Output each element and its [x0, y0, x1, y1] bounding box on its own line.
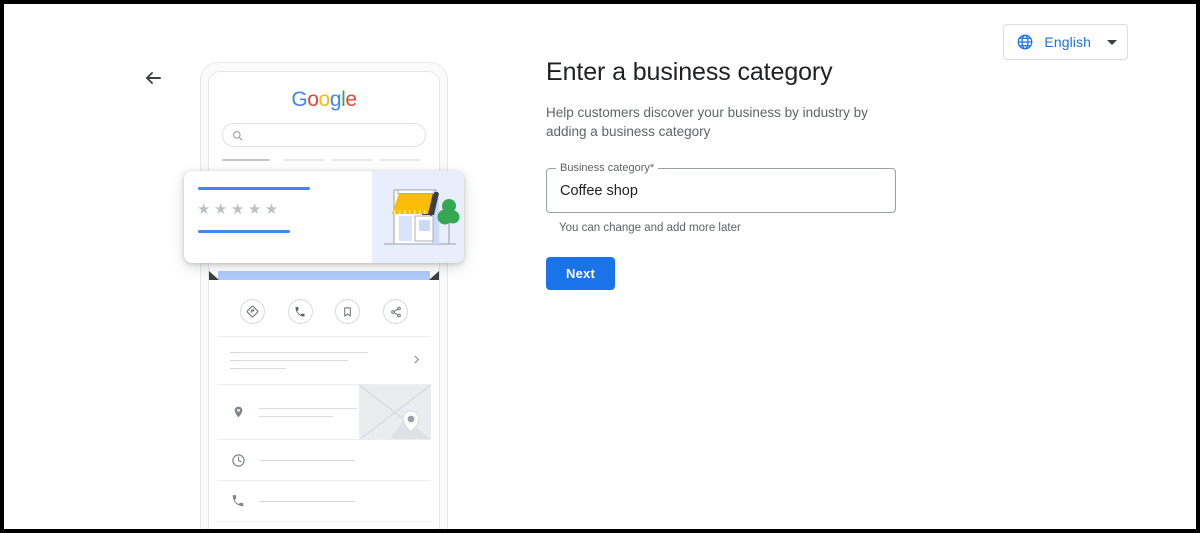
directions-button[interactable] [239, 299, 265, 324]
business-category-helper-text: You can change and add more later [559, 222, 741, 234]
card-shadow-band [218, 271, 430, 280]
arrow-left-icon [146, 72, 161, 84]
next-button[interactable]: Next [546, 257, 615, 290]
phone-mockup: Google [200, 62, 448, 529]
chevron-down-icon [1107, 39, 1117, 45]
main-content: Enter a business category Help customers… [546, 58, 966, 290]
language-label: English [1044, 34, 1091, 50]
logo-letter: g [329, 88, 342, 111]
logo-letter: o [307, 88, 319, 111]
call-button[interactable] [287, 299, 313, 324]
phone-screen: Google [208, 71, 440, 529]
list-item[interactable] [217, 522, 431, 529]
business-category-label: Business category* [556, 162, 659, 174]
globe-icon [1016, 33, 1034, 51]
page-title: Enter a business category [546, 58, 833, 86]
card-notch-right [429, 271, 439, 280]
list-item[interactable] [217, 385, 431, 440]
list-item[interactable] [217, 337, 431, 385]
storefront-illustration [372, 171, 464, 263]
page-description: Help customers discover your business by… [546, 105, 868, 139]
share-button[interactable] [383, 299, 409, 324]
business-category-field-wrapper: Business category* You can change and ad… [546, 162, 896, 234]
list-item[interactable] [217, 440, 431, 481]
call-icon [295, 306, 305, 316]
share-icon [390, 306, 401, 317]
google-logo: Google [209, 88, 439, 112]
back-button[interactable] [141, 66, 165, 90]
search-icon [233, 130, 243, 140]
rating-stars: ★★★★★ [197, 201, 282, 218]
save-button[interactable] [335, 299, 361, 324]
business-card-popup: ★★★★★ [184, 171, 464, 263]
business-meta-placeholder [198, 230, 290, 233]
phone-search-bar[interactable] [222, 123, 426, 147]
map-thumbnail[interactable] [359, 385, 431, 439]
logo-letter: G [291, 88, 308, 111]
phone-icon [227, 494, 249, 508]
save-icon [344, 306, 352, 317]
business-category-input[interactable] [560, 182, 882, 199]
page-viewport: English Enter a business category Help c… [4, 4, 1196, 529]
phone-action-row [217, 287, 431, 337]
chevron-right-icon [411, 352, 422, 370]
location-pin-icon [227, 404, 249, 420]
business-name-placeholder [198, 187, 310, 190]
logo-letter: o [318, 88, 331, 111]
clock-icon [227, 453, 249, 468]
directions-icon [246, 305, 259, 318]
language-selector[interactable]: English [1003, 24, 1128, 60]
business-card-details: ★★★★★ [184, 171, 372, 263]
phone-list-rows [217, 337, 431, 529]
business-category-field[interactable]: Business category* [546, 162, 896, 213]
logo-letter: e [345, 88, 357, 111]
list-item[interactable] [217, 481, 431, 522]
card-notch-left [209, 271, 219, 280]
